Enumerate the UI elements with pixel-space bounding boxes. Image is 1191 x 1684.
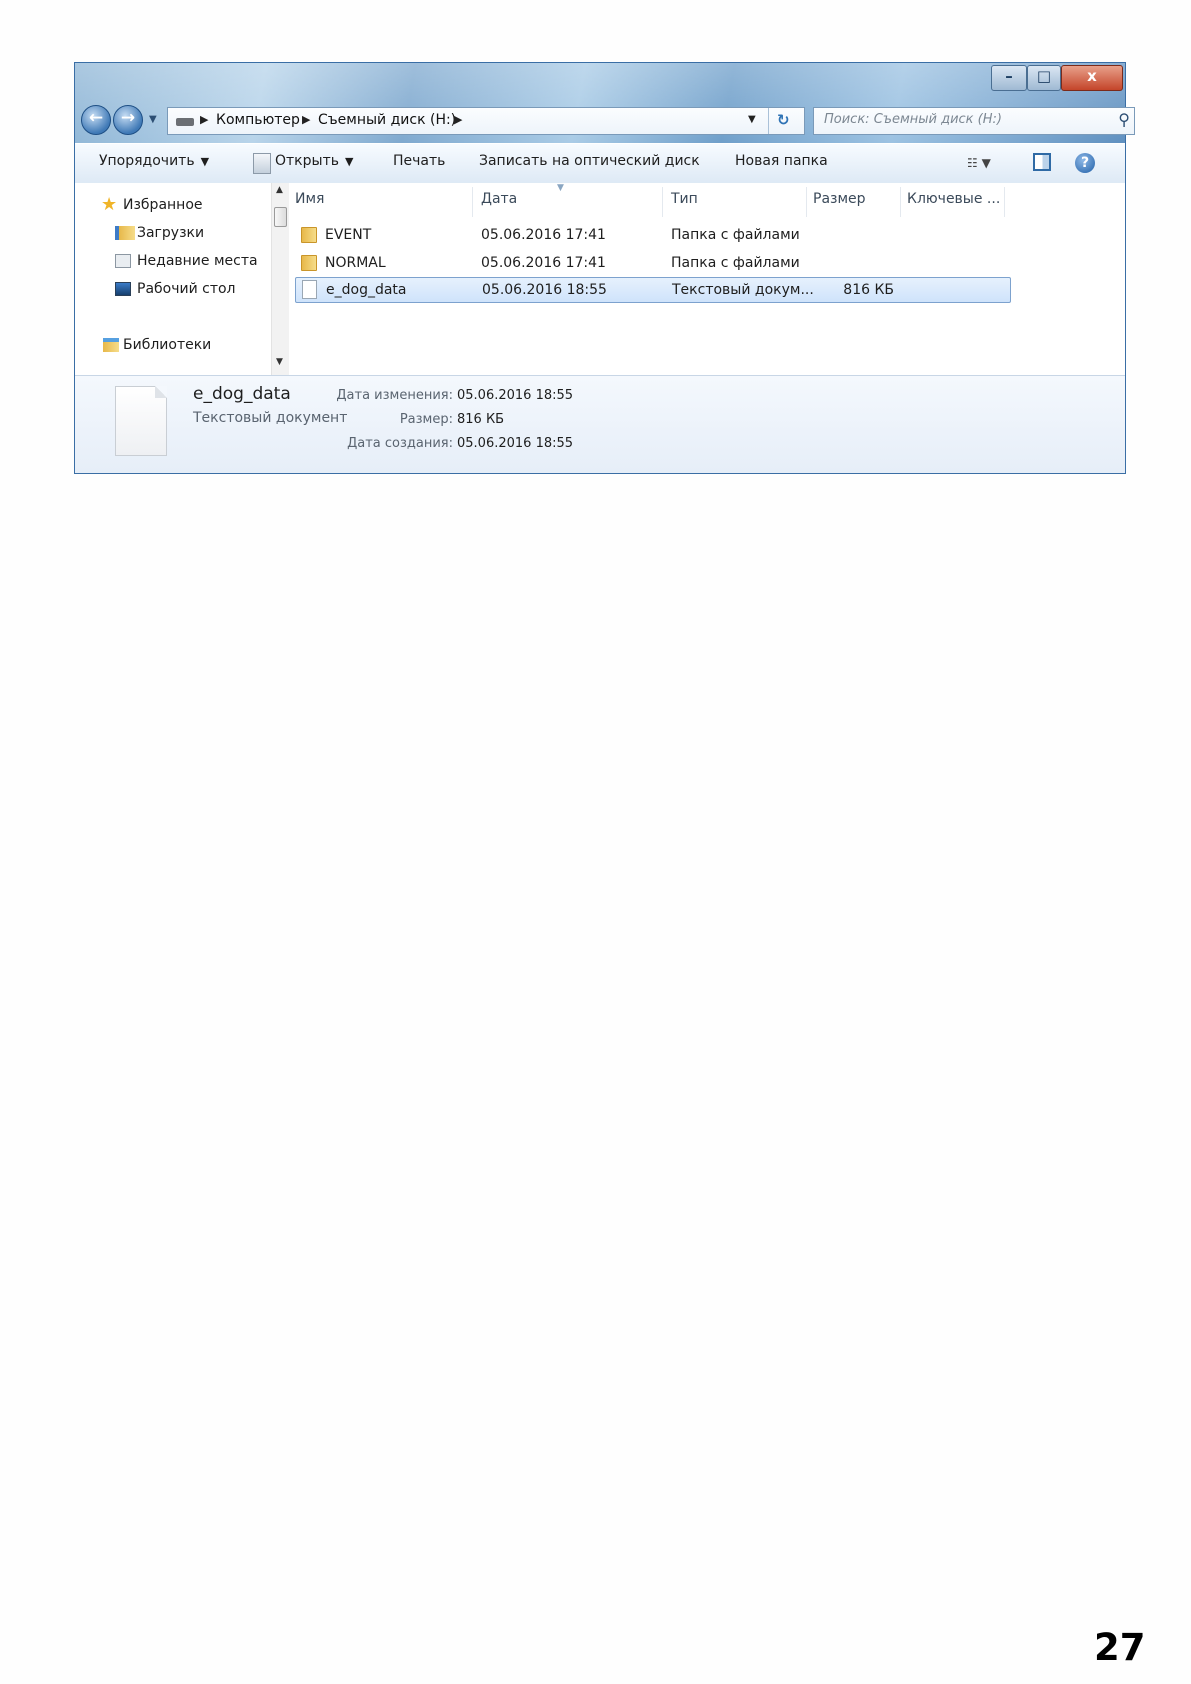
minimize-button[interactable]: – [991,65,1027,91]
recent-places-icon [115,254,131,268]
print-button[interactable]: Печать [393,153,445,169]
breadcrumb-removable-disk[interactable]: Съемный диск (H:) [318,112,456,128]
forward-arrow-icon: → [120,108,136,128]
column-header-type[interactable]: Тип [663,187,807,217]
details-modified-value: 05.06.2016 18:55 [457,388,574,403]
libraries-icon [103,338,119,352]
folder-icon [301,255,317,271]
title-bar: – □ x ← → ▼ ▶ Компьютер ▶ Съемный диск (… [75,63,1135,143]
details-modified-label: Дата изменения: [336,388,453,403]
scroll-up-icon[interactable]: ▲ [276,185,283,195]
sort-indicator-icon: ▼ [557,183,564,193]
new-folder-button[interactable]: Новая папка [735,153,828,169]
maximize-button[interactable]: □ [1027,65,1061,91]
file-row-normal[interactable]: NORMAL 05.06.2016 17:41 Папка с файлами [295,251,1011,277]
file-row-event[interactable]: EVENT 05.06.2016 17:41 Папка с файлами [295,223,1011,249]
navigation-pane: ★ Избранное Загрузки Недавние места Рабо… [75,183,271,375]
column-header-keywords[interactable]: Ключевые ... [901,187,1005,217]
preview-pane-icon[interactable] [1033,153,1051,171]
details-size-label: Размер: [399,412,453,427]
column-header-name[interactable]: Имя [289,187,473,217]
text-document-icon [302,280,317,299]
file-date: 05.06.2016 17:41 [481,255,606,271]
breadcrumb-computer[interactable]: Компьютер [216,112,300,128]
organize-button[interactable]: Упорядочить ▼ [99,153,209,169]
details-file-name: e_dog_data [193,384,291,404]
scroll-down-icon[interactable]: ▼ [276,357,283,367]
file-size: 816 КБ [843,282,894,298]
close-button[interactable]: x [1061,65,1123,91]
breadcrumb-separator-icon[interactable]: ▶ [454,113,462,126]
explorer-window: – □ x ← → ▼ ▶ Компьютер ▶ Съемный диск (… [74,62,1135,474]
address-bar[interactable]: ▶ Компьютер ▶ Съемный диск (H:) ▶ ▼ ↻ [167,107,805,135]
history-dropdown-icon[interactable]: ▼ [149,114,157,125]
refresh-icon: ↻ [777,111,790,129]
chevron-down-icon: ▼ [344,155,354,168]
file-date: 05.06.2016 17:41 [481,227,606,243]
breadcrumb-separator-icon[interactable]: ▶ [200,113,208,126]
removable-drive-icon [176,118,194,126]
file-date: 05.06.2016 18:55 [482,282,607,298]
scrollbar-thumb[interactable] [274,207,287,227]
file-type: Текстовый докум... [672,282,814,298]
column-header-size[interactable]: Размер [807,187,901,217]
command-bar: Упорядочить ▼ Открыть ▼ Печать Записать на… [75,143,1125,185]
desktop-icon [115,282,131,296]
downloads-folder-icon [115,226,135,240]
search-input[interactable]: Поиск: Съемный диск (H:) ⚲ [813,107,1135,135]
star-icon: ★ [101,194,118,215]
back-arrow-icon: ← [88,108,104,128]
refresh-button[interactable]: ↻ [768,108,805,134]
navigation-scrollbar[interactable]: ▲ ▼ [271,183,290,375]
file-type: Папка с файлами [671,227,800,243]
view-options-icon[interactable]: ☷ ▼ [967,156,991,170]
page-number: 27 [1094,1626,1146,1669]
file-name: NORMAL [325,255,386,271]
back-button[interactable]: ← [81,105,111,135]
file-list: Имя ▼ Дата Тип Размер Ключевые ... EVENT… [289,183,1125,375]
burn-button[interactable]: Записать на оптический диск [479,153,700,169]
file-name: EVENT [325,227,372,243]
address-dropdown-icon[interactable]: ▼ [748,114,756,125]
search-icon[interactable]: ⚲ [1118,110,1130,129]
help-icon[interactable]: ? [1075,153,1095,173]
breadcrumb-separator-icon[interactable]: ▶ [302,113,310,126]
details-pane: e_dog_data Текстовый документ Дата измен… [75,375,1125,473]
open-icon [253,153,271,174]
text-document-icon [115,386,167,456]
details-size-value: 816 КБ [457,412,505,427]
details-created-label: Дата создания: [347,436,453,451]
search-placeholder: Поиск: Съемный диск (H:) [824,112,1002,127]
file-name: e_dog_data [326,282,407,298]
details-created-value: 05.06.2016 18:55 [457,436,574,451]
file-row-e-dog-data[interactable]: e_dog_data 05.06.2016 18:55 Текстовый до… [295,277,1011,303]
column-header-date[interactable]: ▼ Дата [473,183,663,217]
file-type: Папка с файлами [671,255,800,271]
navigation-bar: ← → ▼ ▶ Компьютер ▶ Съемный диск (H:) ▶ … [81,103,1135,137]
open-button[interactable]: Открыть ▼ [275,153,353,169]
folder-icon [301,227,317,243]
forward-button[interactable]: → [113,105,143,135]
chevron-down-icon: ▼ [200,155,210,168]
